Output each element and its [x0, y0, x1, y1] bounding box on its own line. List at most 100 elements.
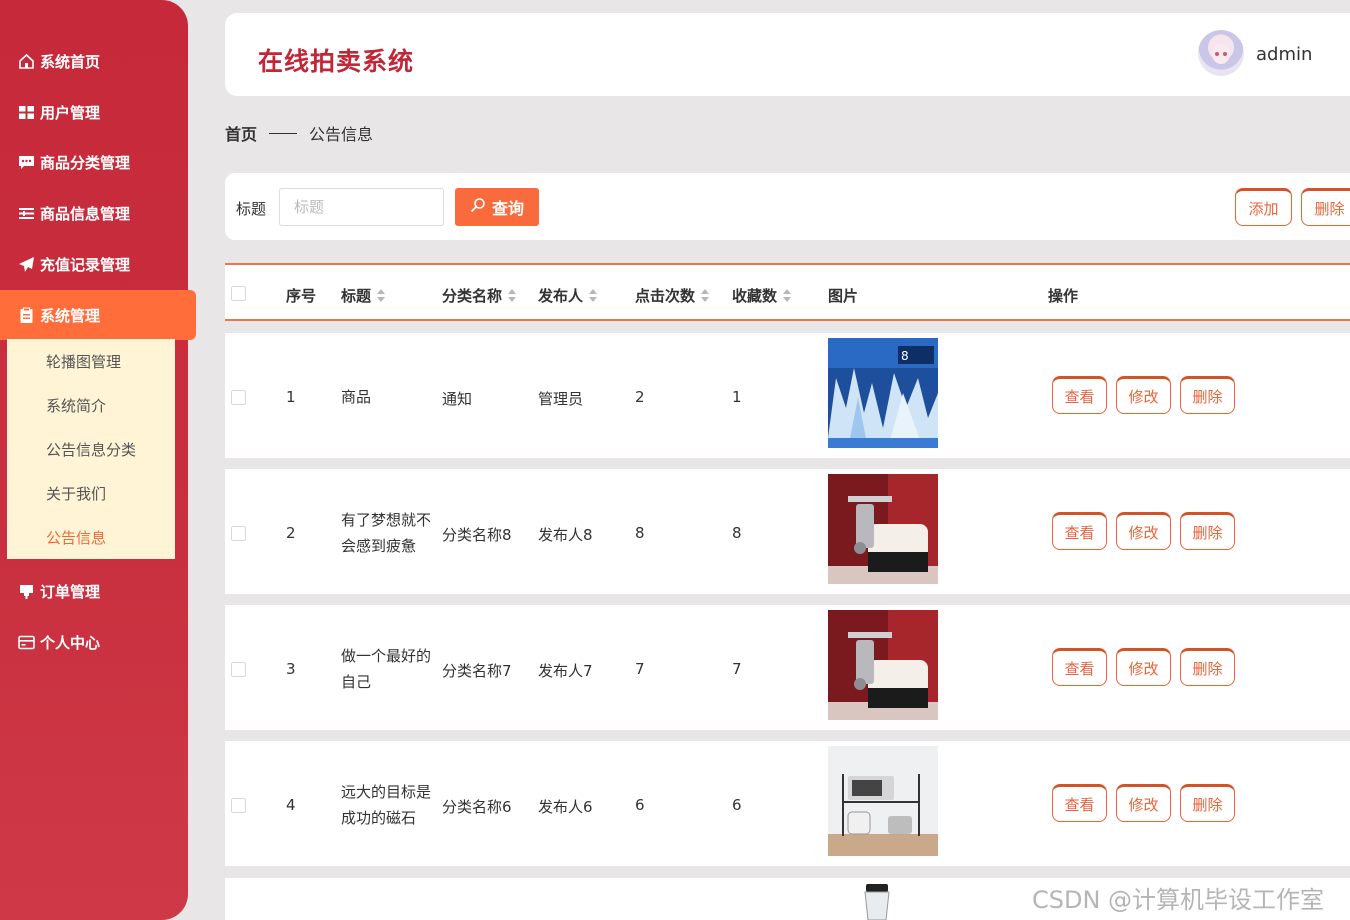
sidebar-item-orders[interactable]: 订单管理 — [0, 566, 188, 616]
cell-index: 3 — [286, 660, 296, 678]
cell-clicks: 2 — [635, 388, 645, 406]
avatar[interactable] — [1198, 30, 1244, 76]
svg-text:8: 8 — [901, 349, 909, 363]
column-header-label: 发布人 — [538, 287, 584, 305]
avatar-eye — [1223, 52, 1227, 56]
cell-index: 1 — [286, 388, 296, 406]
view-button[interactable]: 查看 — [1052, 376, 1107, 414]
select-all-checkbox[interactable] — [231, 286, 246, 301]
edit-button[interactable]: 修改 — [1116, 376, 1171, 414]
sidebar-item-recharge[interactable]: 充值记录管理 — [0, 239, 188, 289]
column-header-category[interactable]: 分类名称 — [442, 285, 517, 306]
cell-publisher: 发布人8 — [538, 526, 593, 544]
row-checkbox[interactable] — [231, 526, 246, 541]
sidebar-item-profile[interactable]: 个人中心 — [0, 617, 188, 667]
column-header-favorites[interactable]: 收藏数 — [732, 285, 792, 306]
username[interactable]: admin — [1256, 44, 1312, 65]
breadcrumb-separator — [269, 132, 298, 134]
watermark: CSDN @计算机毕设工作室 — [1032, 886, 1325, 914]
breadcrumb-current: 公告信息 — [309, 125, 374, 144]
search-input[interactable] — [279, 188, 444, 226]
cell-publisher: 发布人7 — [538, 662, 593, 680]
delete-button[interactable]: 删除 — [1180, 376, 1235, 414]
column-header-label: 序号 — [286, 287, 317, 305]
list-icon — [16, 205, 36, 222]
submenu-item-carousel[interactable]: 轮播图管理 — [7, 339, 175, 383]
view-button[interactable]: 查看 — [1052, 512, 1107, 550]
sidebar-item-label: 订单管理 — [40, 582, 101, 601]
column-header-title[interactable]: 标题 — [341, 285, 386, 306]
sort-icon[interactable] — [377, 289, 386, 302]
submenu-item-notice[interactable]: 公告信息 — [7, 515, 175, 559]
sidebar-item-label: 系统首页 — [40, 52, 101, 71]
cell-clicks: 8 — [635, 524, 645, 542]
sidebar-item-label: 用户管理 — [40, 103, 101, 122]
cell-title: 远大的目标是成功的磁石 — [341, 783, 432, 827]
delete-button[interactable]: 删除 — [1180, 648, 1235, 686]
table-row: 3 做一个最好的自己 分类名称7 发布人7 7 7 查看 修改 删除 — [225, 605, 1350, 730]
edit-button[interactable]: 修改 — [1116, 784, 1171, 822]
edit-button[interactable]: 修改 — [1116, 512, 1171, 550]
column-header-clicks[interactable]: 点击次数 — [635, 285, 710, 306]
query-button[interactable]: 查询 — [455, 188, 539, 226]
column-header-label: 操作 — [1048, 287, 1079, 305]
sidebar-item-label: 商品信息管理 — [40, 204, 131, 223]
cell-clicks: 6 — [635, 796, 645, 814]
submenu-item-intro[interactable]: 系统简介 — [7, 383, 175, 427]
sort-icon[interactable] — [589, 289, 598, 302]
cell-publisher: 发布人6 — [538, 798, 593, 816]
cell-category: 分类名称7 — [442, 662, 512, 680]
sort-icon[interactable] — [783, 289, 792, 302]
thumbnail-kitchen-rack[interactable] — [828, 746, 938, 856]
breadcrumb: 首页 公告信息 — [225, 121, 373, 145]
cell-favorites: 1 — [732, 388, 742, 406]
column-header-publisher[interactable]: 发布人 — [538, 285, 598, 306]
thumbnail-meat-grinder[interactable] — [828, 610, 938, 720]
sidebar-item-users[interactable]: 用户管理 — [0, 87, 188, 137]
card-icon — [16, 634, 36, 651]
sidebar-item-system[interactable]: 系统管理 — [0, 290, 196, 340]
row-checkbox[interactable] — [231, 662, 246, 677]
thumbnail-meat-grinder[interactable] — [828, 474, 938, 584]
clipboard-icon — [16, 307, 36, 324]
cell-title: 做一个最好的自己 — [341, 647, 432, 691]
submenu-item-about[interactable]: 关于我们 — [7, 471, 175, 515]
breadcrumb-home[interactable]: 首页 — [225, 121, 257, 145]
edit-button[interactable]: 修改 — [1116, 648, 1171, 686]
delete-button[interactable]: 删除 — [1180, 784, 1235, 822]
cell-favorites: 6 — [732, 796, 742, 814]
cell-favorites: 7 — [732, 660, 742, 678]
add-button[interactable]: 添加 — [1235, 188, 1292, 226]
table-header: 序号 标题 分类名称 发布人 点击次数 收藏数 图片 操作 — [225, 263, 1350, 321]
cell-publisher: 管理员 — [538, 390, 584, 408]
column-header-label: 图片 — [828, 287, 859, 305]
query-button-label: 查询 — [491, 199, 524, 218]
top-header: 在线拍卖系统 admin — [225, 13, 1350, 96]
batch-delete-button[interactable]: 删除 — [1301, 188, 1350, 226]
sidebar-item-home[interactable]: 系统首页 — [0, 36, 188, 86]
column-header-actions: 操作 — [1048, 285, 1078, 306]
column-header-label: 点击次数 — [635, 287, 696, 305]
sort-icon[interactable] — [508, 289, 517, 302]
sort-icon[interactable] — [701, 289, 710, 302]
row-checkbox[interactable] — [231, 798, 246, 813]
table-row: 4 远大的目标是成功的磁石 分类名称6 发布人6 6 6 查看 修改 删除 — [225, 741, 1350, 866]
sidebar-item-products[interactable]: 商品信息管理 — [0, 188, 188, 238]
column-header-label: 分类名称 — [442, 287, 503, 305]
sidebar-item-categories[interactable]: 商品分类管理 — [0, 137, 188, 187]
submenu-item-notice-category[interactable]: 公告信息分类 — [7, 427, 175, 471]
thumbnail-ice-exhibit[interactable]: 8 — [828, 338, 938, 448]
view-button[interactable]: 查看 — [1052, 648, 1107, 686]
cell-favorites: 8 — [732, 524, 742, 542]
row-checkbox[interactable] — [231, 390, 246, 405]
sidebar-item-label: 商品分类管理 — [40, 153, 131, 172]
view-button[interactable]: 查看 — [1052, 784, 1107, 822]
thumbnail-blender[interactable] — [858, 884, 896, 920]
search-label: 标题 — [236, 200, 267, 218]
column-header-index: 序号 — [286, 285, 316, 306]
system-submenu: 轮播图管理 系统简介 公告信息分类 关于我们 公告信息 — [7, 339, 175, 559]
grid-icon — [16, 104, 36, 121]
avatar-eye — [1215, 52, 1219, 56]
delete-button[interactable]: 删除 — [1180, 512, 1235, 550]
table-row: 2 有了梦想就不会感到疲惫 分类名称8 发布人8 8 8 查看 修改 删除 — [225, 469, 1350, 594]
